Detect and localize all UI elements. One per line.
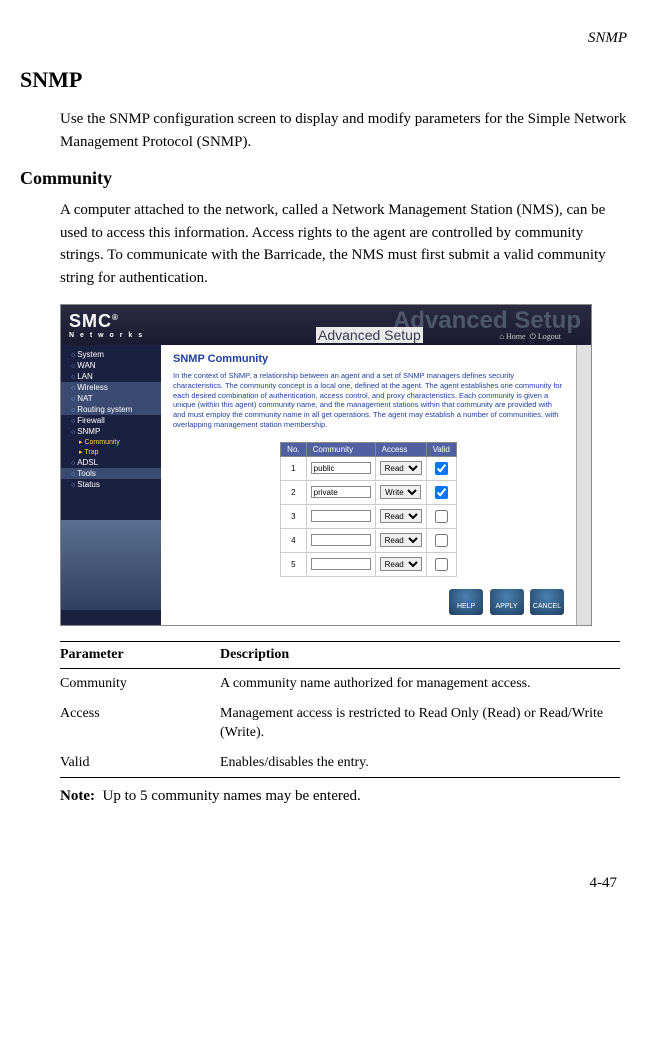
screenshot-header: SMC® N e t w o r k s Advanced Setup Adva… — [61, 305, 591, 345]
logout-link[interactable]: Logout — [538, 332, 561, 341]
param-name: Valid — [60, 748, 220, 778]
access-select-2[interactable]: Write — [380, 485, 421, 499]
content-description: In the context of SNMP, a relationship b… — [173, 371, 564, 430]
community-paragraph: A computer attached to the network, call… — [60, 199, 627, 289]
row-no: 2 — [281, 480, 306, 504]
sidebar-item-trap[interactable]: Trap — [61, 447, 161, 457]
page-mode-label: Advanced Setup — [316, 327, 423, 343]
community-input-1[interactable] — [311, 462, 371, 474]
valid-checkbox-5[interactable] — [435, 558, 448, 571]
community-input-5[interactable] — [311, 558, 371, 570]
community-input-4[interactable] — [311, 534, 371, 546]
param-desc: Enables/disables the entry. — [220, 748, 620, 778]
heading-snmp: SNMP — [20, 67, 627, 93]
sidebar-item-nat[interactable]: NAT — [61, 393, 161, 404]
running-header: SNMP — [20, 30, 627, 47]
table-row: 2 Write — [281, 480, 457, 504]
valid-checkbox-4[interactable] — [435, 534, 448, 547]
embedded-screenshot: SMC® N e t w o r k s Advanced Setup Adva… — [60, 304, 592, 626]
community-input-2[interactable] — [311, 486, 371, 498]
valid-checkbox-2[interactable] — [435, 486, 448, 499]
sidebar-item-snmp[interactable]: SNMP — [61, 426, 161, 437]
page-number: 4-47 — [20, 875, 627, 892]
sidebar-item-lan[interactable]: LAN — [61, 371, 161, 382]
community-input-3[interactable] — [311, 510, 371, 522]
note-text: Up to 5 community names may be entered. — [102, 788, 360, 804]
access-select-4[interactable]: Read — [380, 533, 422, 547]
table-row: 4 Read — [281, 528, 457, 552]
row-no: 4 — [281, 528, 306, 552]
access-select-1[interactable]: Read — [380, 461, 422, 475]
logo-text: SMC — [69, 311, 112, 331]
valid-checkbox-1[interactable] — [435, 462, 448, 475]
table-row: 5 Read — [281, 552, 457, 576]
top-links: ⌂ Home ⏻ Logout — [499, 332, 561, 342]
sidebar-item-tools[interactable]: Tools — [61, 468, 161, 479]
param-name: Access — [60, 699, 220, 748]
param-row: Community A community name authorized fo… — [60, 669, 620, 699]
home-link[interactable]: Home — [506, 332, 526, 341]
param-desc: A community name authorized for manageme… — [220, 669, 620, 699]
help-button[interactable]: HELP — [449, 589, 483, 615]
intro-paragraph: Use the SNMP configuration screen to dis… — [60, 108, 627, 153]
sidebar-item-adsl[interactable]: ADSL — [61, 457, 161, 468]
note: Note: Up to 5 community names may be ent… — [60, 788, 627, 805]
param-row: Access Management access is restricted t… — [60, 699, 620, 748]
sidebar-item-system[interactable]: System — [61, 349, 161, 360]
note-label: Note: — [60, 788, 95, 804]
community-table: No. Community Access Valid 1 Read 2 — [280, 442, 457, 577]
row-no: 1 — [281, 456, 306, 480]
scrollbar[interactable] — [576, 345, 591, 625]
sidebar-item-firewall[interactable]: Firewall — [61, 415, 161, 426]
row-no: 5 — [281, 552, 306, 576]
sidebar-item-routing[interactable]: Routing system — [61, 404, 161, 415]
param-name: Community — [60, 669, 220, 699]
logout-icon[interactable]: ⏻ — [530, 332, 538, 341]
sidebar-decorative-image — [61, 520, 161, 610]
cancel-button[interactable]: CANCEL — [530, 589, 564, 615]
param-row: Valid Enables/disables the entry. — [60, 748, 620, 778]
action-buttons: HELP APPLY CANCEL — [173, 589, 564, 615]
sidebar-item-wireless[interactable]: Wireless — [61, 382, 161, 393]
logo-reg: ® — [112, 313, 119, 322]
sidebar-item-status[interactable]: Status — [61, 479, 161, 490]
access-select-3[interactable]: Read — [380, 509, 422, 523]
valid-checkbox-3[interactable] — [435, 510, 448, 523]
access-select-5[interactable]: Read — [380, 557, 422, 571]
row-no: 3 — [281, 504, 306, 528]
heading-community: Community — [20, 168, 627, 189]
table-row: 1 Read — [281, 456, 457, 480]
content-title: SNMP Community — [173, 353, 564, 365]
sidebar-item-wan[interactable]: WAN — [61, 360, 161, 371]
param-desc: Management access is restricted to Read … — [220, 699, 620, 748]
screenshot-content: SNMP Community In the context of SNMP, a… — [161, 345, 576, 625]
th-community: Community — [306, 442, 375, 456]
desc-header: Description — [220, 642, 620, 669]
table-row: 3 Read — [281, 504, 457, 528]
th-no: No. — [281, 442, 306, 456]
th-valid: Valid — [426, 442, 456, 456]
th-access: Access — [375, 442, 426, 456]
apply-button[interactable]: APPLY — [490, 589, 524, 615]
sidebar: System WAN LAN Wireless NAT Routing syst… — [61, 345, 161, 625]
parameter-table: Parameter Description Community A commun… — [60, 641, 620, 778]
param-header: Parameter — [60, 642, 220, 669]
home-icon[interactable]: ⌂ — [499, 332, 506, 341]
sidebar-item-community[interactable]: Community — [61, 437, 161, 447]
